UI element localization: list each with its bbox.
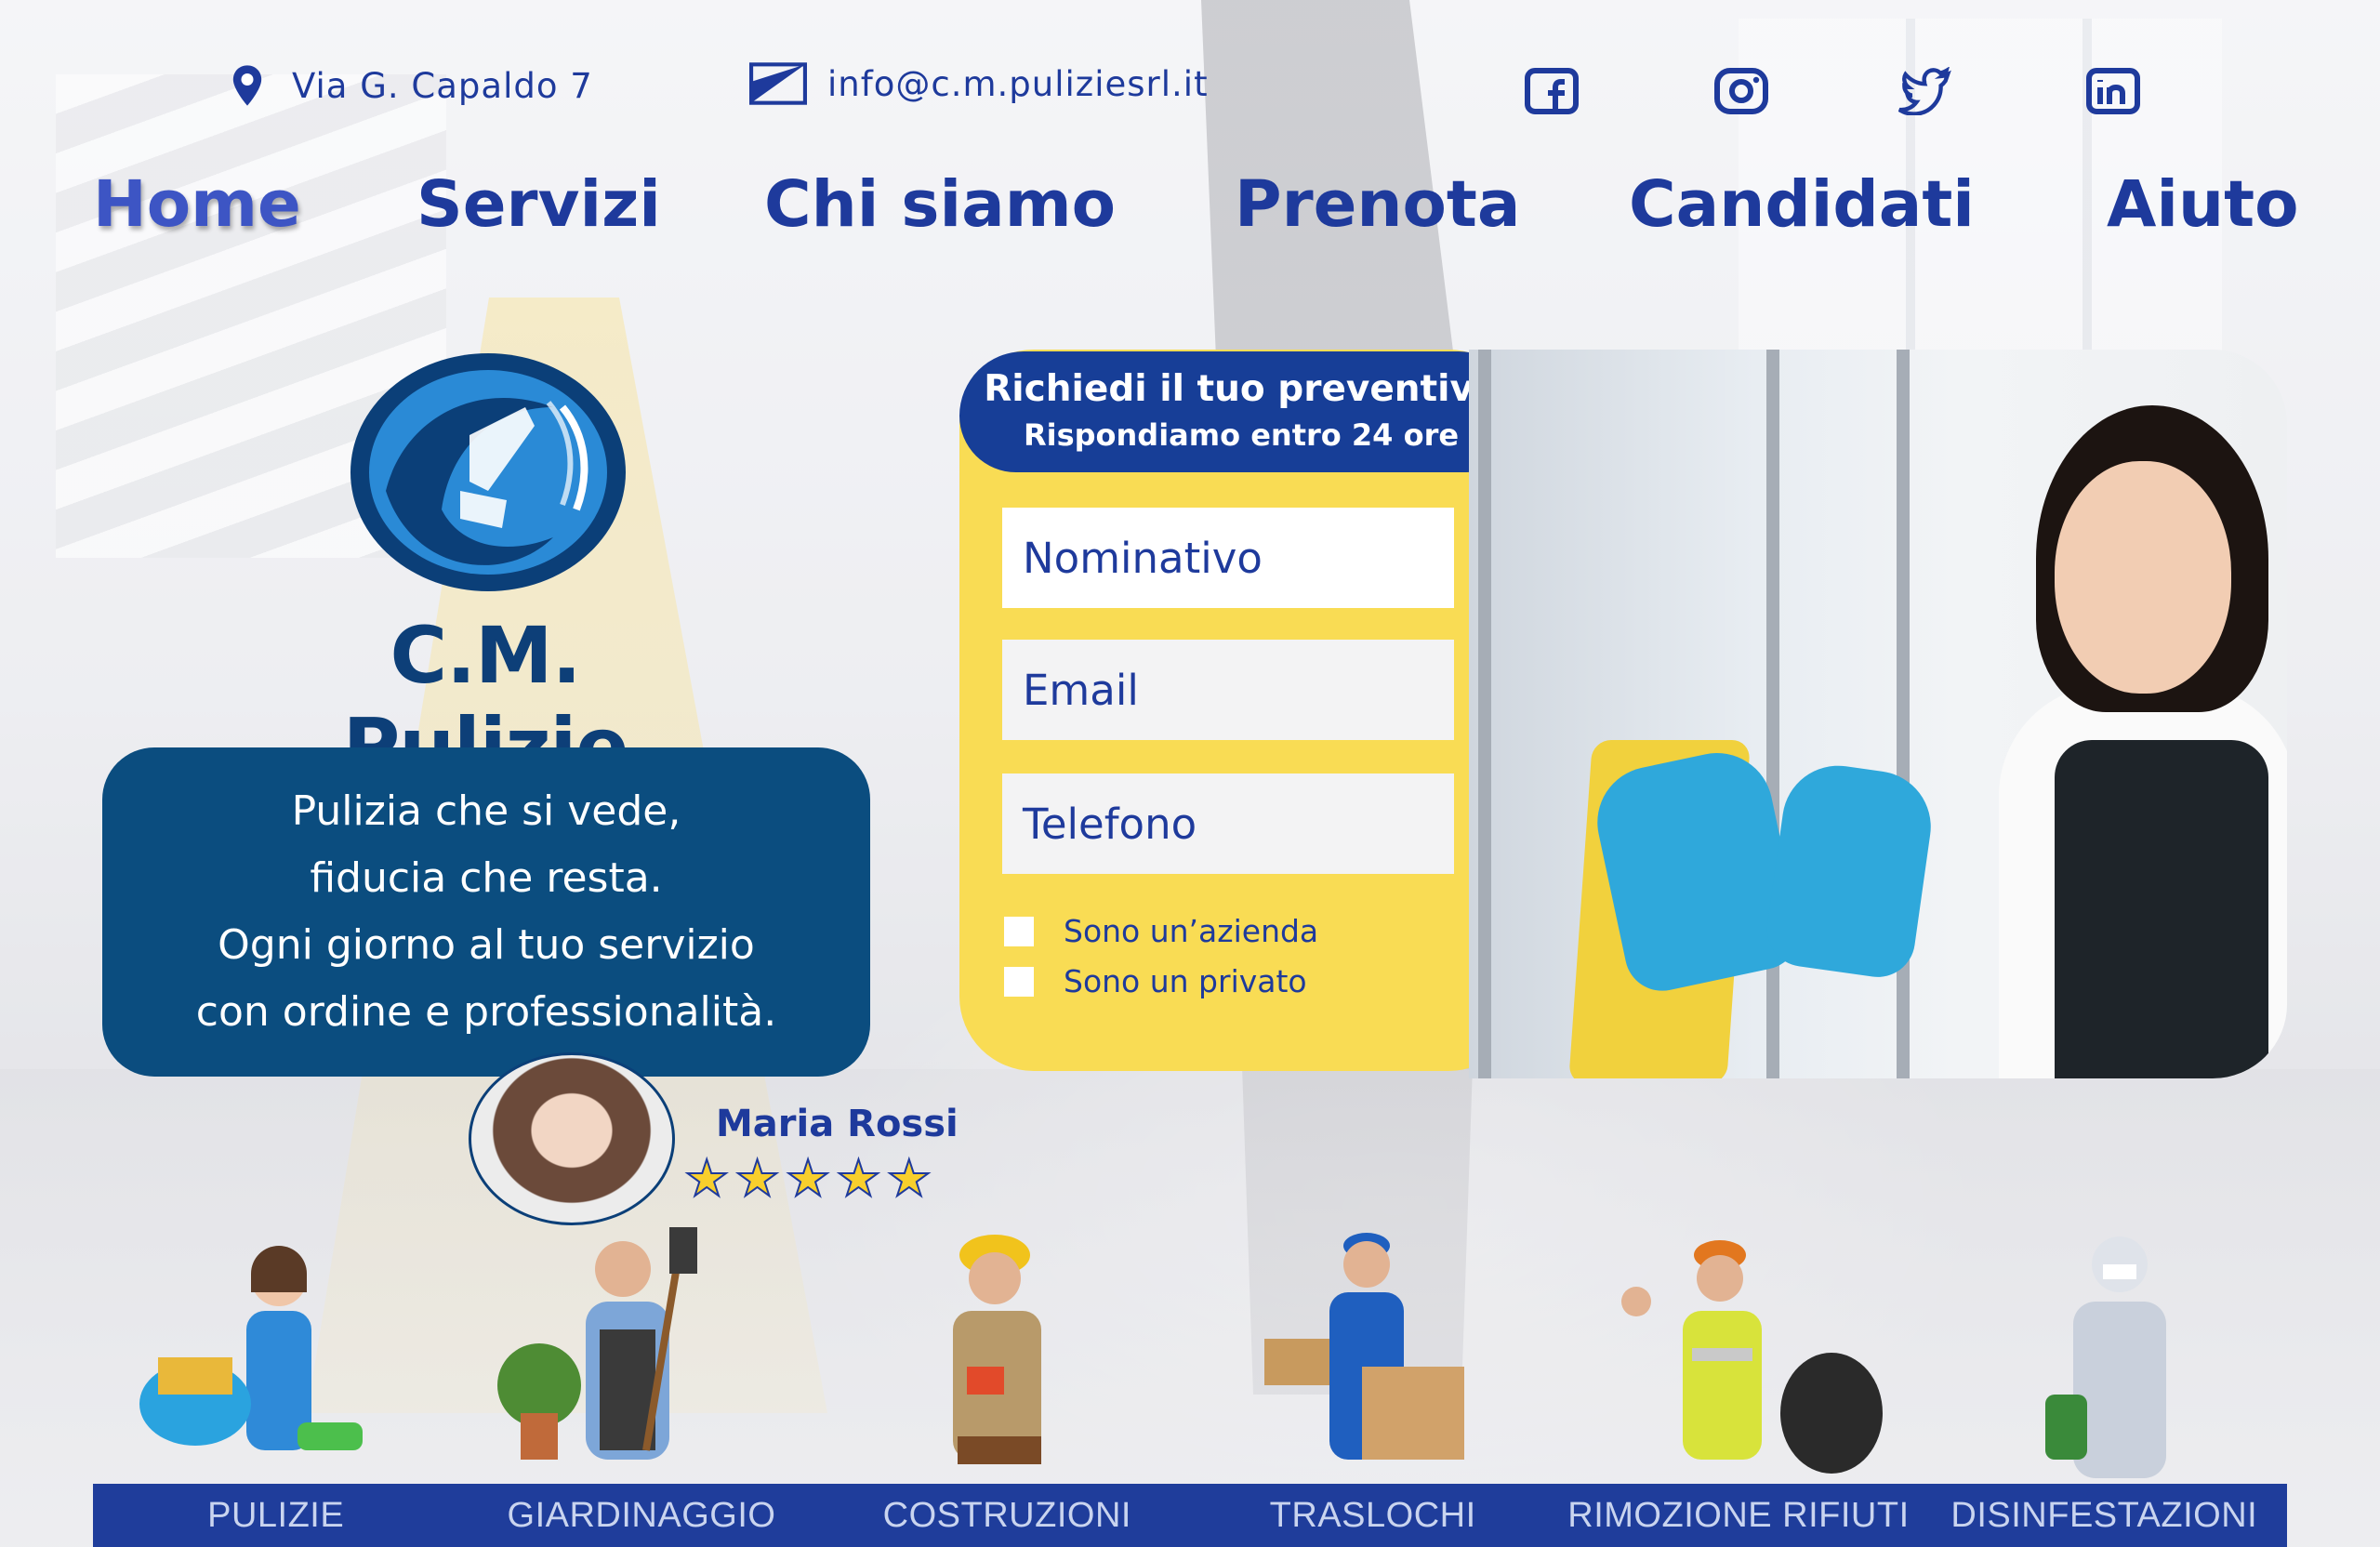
tagline-line: con ordine e professionalità. [195,988,777,1036]
service-traslochi[interactable]: TRASLOCHI [1190,1484,1555,1547]
reviewer-name: Maria Rossi [716,1103,959,1145]
location-pin-icon [232,65,262,106]
private-checkbox[interactable] [1004,966,1034,997]
phone-field[interactable]: Telefono [1002,774,1454,874]
tagline-line: Ogni giorno al tuo servizio [218,921,755,969]
instagram-icon[interactable] [1711,67,1772,115]
construction-worker-image [902,1227,1106,1488]
service-costruzioni[interactable]: COSTRUZIONI [825,1484,1190,1547]
linkedin-icon[interactable] [2082,67,2144,115]
gardener-image [483,1227,744,1488]
email-text[interactable]: info@c.m.puliziesrl.it [827,64,1209,104]
form-title: Richiedi il tuo preventivo [984,368,1499,410]
pest-control-image [2008,1227,2231,1488]
waste-removal-image [1599,1227,1897,1488]
facebook-icon[interactable] [1521,67,1582,115]
nav-prenota[interactable]: Prenota [1235,167,1520,242]
nav-chi-siamo[interactable]: Chi siamo [764,167,1116,242]
address-info: Via G. Capaldo 7 [223,61,593,110]
hero-photo [1469,350,2287,1078]
company-checkbox-row[interactable]: Sono un’azienda [1004,913,1318,949]
service-disinfestazioni[interactable]: DISINFESTAZIONI [1922,1484,2287,1547]
service-giardinaggio[interactable]: GIARDINAGGIO [458,1484,824,1547]
nav-aiuto[interactable]: Aiuto [2107,167,2299,242]
company-checkbox[interactable] [1004,916,1034,946]
nav-servizi[interactable]: Servizi [416,167,661,242]
cleaning-worker-image [139,1227,381,1488]
mail-icon [749,62,807,105]
private-checkbox-label: Sono un privato [1064,963,1307,999]
tagline-box: Pulizia che si vede, fiducia che resta. … [102,747,870,1077]
form-header: Richiedi il tuo preventivo Rispondiamo e… [959,351,1523,472]
address-text: Via G. Capaldo 7 [292,65,593,106]
email-field[interactable]: Email [1002,640,1454,740]
star-rating: ★★★★★ [683,1150,938,1208]
company-checkbox-label: Sono un’azienda [1064,913,1319,949]
services-bar: PULIZIE GIARDINAGGIO COSTRUZIONI TRASLOC… [93,1484,2287,1547]
service-pulizie[interactable]: PULIZIE [93,1484,458,1547]
tagline-line: Pulizia che si vede, [291,787,681,835]
form-subtitle: Rispondiamo entro 24 ore [1023,417,1460,453]
twitter-icon[interactable] [1893,66,1954,116]
reviewer-avatar [469,1052,675,1225]
mover-image [1255,1227,1478,1488]
brand-logo [349,351,628,593]
nav-home[interactable]: Home [93,167,301,242]
private-checkbox-row[interactable]: Sono un privato [1004,963,1307,999]
name-field[interactable]: Nominativo [1002,508,1454,608]
nav-candidati[interactable]: Candidati [1629,167,1975,242]
service-rimozione-rifiuti[interactable]: RIMOZIONE RIFIUTI [1555,1484,1921,1547]
tagline-line: fiducia che resta. [310,854,663,902]
email-info[interactable]: info@c.m.puliziesrl.it [749,61,1209,106]
